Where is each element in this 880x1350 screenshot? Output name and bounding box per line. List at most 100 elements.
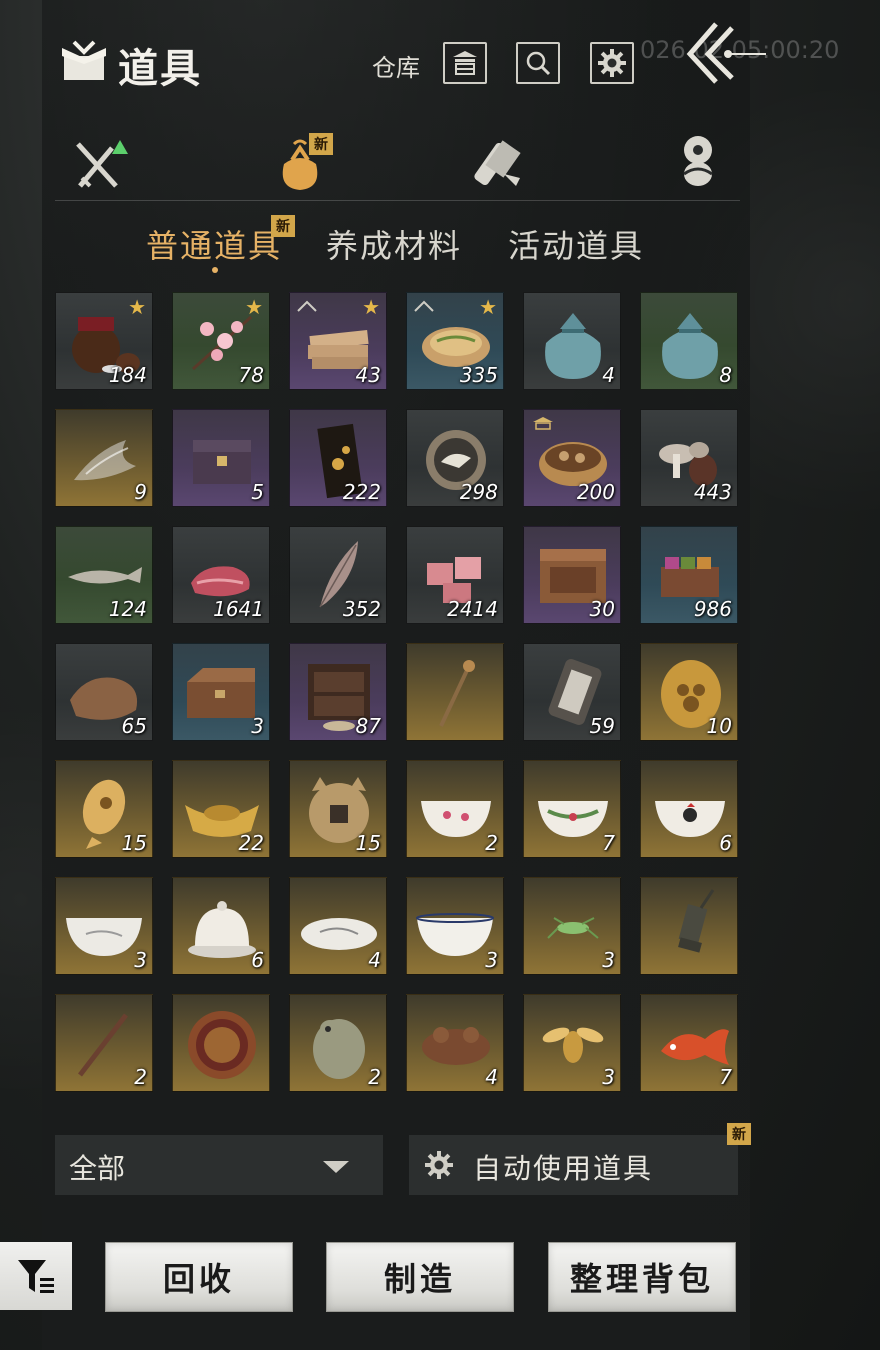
new-badge: 新 [271, 215, 295, 237]
item-slot[interactable]: 5 [172, 409, 270, 507]
item-slot[interactable]: 6 [172, 877, 270, 975]
item-slot[interactable]: ★ 43 [289, 292, 387, 390]
item-slot[interactable]: 3 [406, 877, 504, 975]
item-count: 443 [693, 480, 732, 504]
active-tab-indicator [212, 267, 218, 273]
tab-cultivation-materials[interactable]: 养成材料 [326, 221, 462, 267]
item-slot[interactable]: 986 [640, 526, 738, 624]
item-count: 30 [589, 597, 615, 621]
auto-use-button[interactable]: 自动使用道具 [409, 1135, 738, 1195]
item-slot[interactable]: 4 [289, 877, 387, 975]
item-slot[interactable]: 9 [55, 409, 153, 507]
new-badge: 新 [727, 1123, 751, 1145]
item-count: 986 [693, 597, 732, 621]
item-slot[interactable]: 443 [640, 409, 738, 507]
item-slot[interactable]: 59 [523, 643, 621, 741]
item-count: 10 [706, 714, 732, 738]
coin-stack-icon [683, 136, 713, 186]
item-slot[interactable]: 8 [640, 292, 738, 390]
item-slot[interactable]: 3 [55, 877, 153, 975]
item-count: 298 [459, 480, 498, 504]
tab-normal-items[interactable]: 普通道具 [146, 221, 282, 267]
back-arrow-icon[interactable] [682, 20, 768, 86]
scroll-icon [474, 140, 521, 186]
shop-icon [533, 417, 553, 430]
sort-bag-button[interactable]: 整理背包 [548, 1242, 736, 1312]
item-slot[interactable]: 87 [289, 643, 387, 741]
tab-equipment[interactable] [65, 133, 135, 195]
item-slot[interactable]: 4 [406, 994, 504, 1092]
item-slot[interactable]: 124 [55, 526, 153, 624]
item-count: 15 [121, 831, 147, 855]
tab-scrolls[interactable] [465, 133, 535, 195]
item-slot[interactable]: 4 [523, 292, 621, 390]
item-slot[interactable]: ★ 335 [406, 292, 504, 390]
item-count: 222 [342, 480, 381, 504]
item-slot[interactable]: 352 [289, 526, 387, 624]
warehouse-button[interactable] [443, 42, 487, 84]
category-tabs: 新 [55, 125, 740, 201]
gear-icon [425, 1151, 453, 1179]
filter-funnel-icon [18, 1260, 54, 1293]
recycle-button[interactable]: 回收 [105, 1242, 293, 1312]
item-slot[interactable]: 15 [289, 760, 387, 858]
item-count: 3 [134, 948, 147, 972]
item-count: 9 [134, 480, 147, 504]
item-slot[interactable]: 3 [523, 877, 621, 975]
item-count: 5 [251, 480, 264, 504]
item-slot[interactable]: 2 [289, 994, 387, 1092]
item-slot[interactable]: 2 [55, 994, 153, 1092]
item-count: 2 [134, 1065, 147, 1089]
item-slot[interactable]: 22 [172, 760, 270, 858]
filter-dropdown[interactable]: 全部 [55, 1135, 383, 1195]
item-slot[interactable]: 7 [523, 760, 621, 858]
item-count: 3 [602, 948, 615, 972]
item-slot[interactable] [406, 643, 504, 741]
tab-items[interactable]: 新 [265, 133, 335, 195]
item-slot[interactable] [640, 877, 738, 975]
star-icon: ★ [362, 295, 380, 319]
item-slot[interactable]: 7 [640, 994, 738, 1092]
item-count: 22 [238, 831, 264, 855]
item-slot[interactable]: 3 [523, 994, 621, 1092]
item-slot[interactable]: 6 [640, 760, 738, 858]
item-count: 124 [108, 597, 147, 621]
item-slot[interactable]: 10 [640, 643, 738, 741]
chevron-down-icon [323, 1161, 349, 1173]
item-slot[interactable]: ★ 184 [55, 292, 153, 390]
item-count: 15 [355, 831, 381, 855]
item-count: 87 [355, 714, 381, 738]
search-icon [526, 51, 551, 76]
warehouse-icon [453, 51, 477, 75]
item-count: 6 [251, 948, 264, 972]
item-slot[interactable]: 2414 [406, 526, 504, 624]
item-slot[interactable]: 15 [55, 760, 153, 858]
tab-tokens[interactable] [663, 133, 733, 195]
item-slot[interactable]: 222 [289, 409, 387, 507]
item-slot[interactable]: 30 [523, 526, 621, 624]
header: 道具 026 02 05:00:20 仓库 [0, 0, 880, 120]
star-icon: ★ [479, 295, 497, 319]
item-count: 7 [719, 1065, 732, 1089]
settings-button[interactable] [590, 42, 634, 84]
search-button[interactable] [516, 42, 560, 84]
item-slot[interactable]: ★ 78 [172, 292, 270, 390]
item-slot[interactable]: 1641 [172, 526, 270, 624]
new-badge: 新 [309, 133, 333, 155]
craft-button[interactable]: 制造 [326, 1242, 514, 1312]
item-slot[interactable]: 2 [406, 760, 504, 858]
item-count: 7 [602, 831, 615, 855]
item-slot[interactable]: 3 [172, 643, 270, 741]
item-slot[interactable] [172, 994, 270, 1092]
crossed-swords-icon [76, 140, 128, 188]
item-count: 2414 [447, 597, 498, 621]
item-count: 352 [342, 597, 381, 621]
item-count: 3 [485, 948, 498, 972]
item-slot[interactable]: 65 [55, 643, 153, 741]
item-slot[interactable]: 200 [523, 409, 621, 507]
rank-chevron-icon [414, 300, 434, 312]
item-count: 4 [368, 948, 381, 972]
sort-filter-button[interactable] [0, 1242, 72, 1310]
item-slot[interactable]: 298 [406, 409, 504, 507]
tab-event-items[interactable]: 活动道具 [508, 221, 644, 267]
